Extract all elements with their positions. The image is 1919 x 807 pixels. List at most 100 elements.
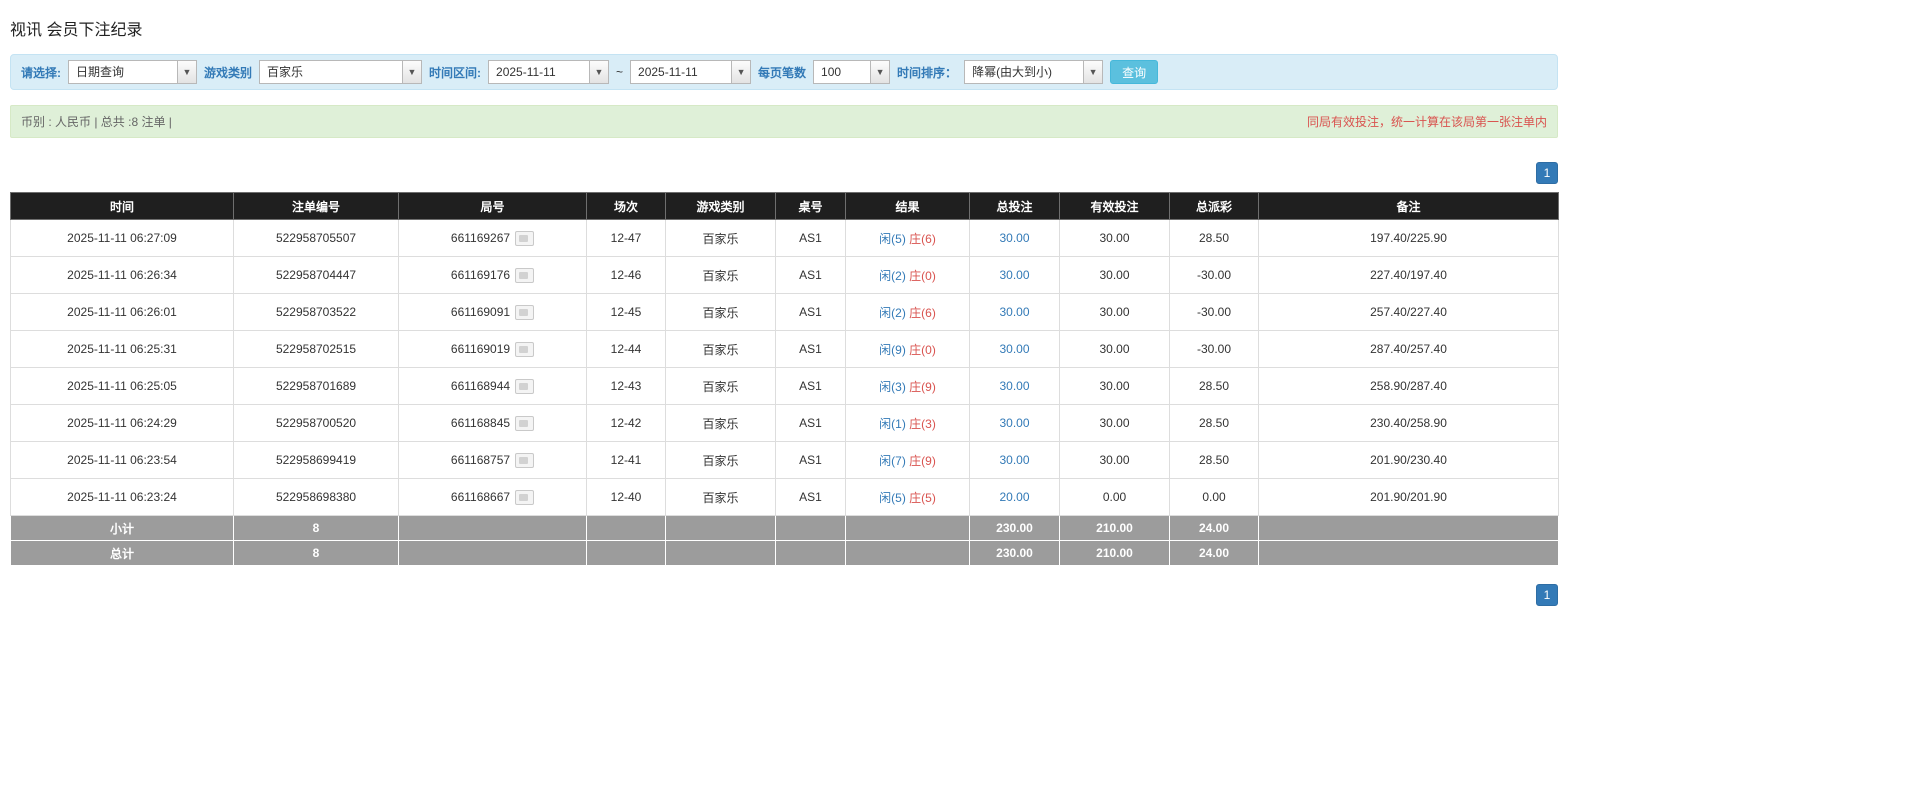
table-row: 2025-11-11 06:23:24522958698380661168667…	[11, 479, 1559, 516]
sort-value: 降幂(由大到小)	[965, 61, 1083, 83]
cell-table-no: AS1	[776, 405, 846, 442]
video-preview-icon[interactable]	[515, 490, 534, 505]
cell-result: 闲(2) 庄(6)	[846, 294, 970, 331]
summary-cell	[587, 541, 666, 566]
summary-bar: 币别 : 人民币 | 总共 :8 注单 | 同局有效投注，统一计算在该局第一张注…	[10, 105, 1558, 138]
summary-cell: 总计	[11, 541, 234, 566]
table-row: 2025-11-11 06:25:31522958702515661169019…	[11, 331, 1559, 368]
result-banker: 庄(9)	[909, 380, 936, 394]
page-title: 视讯 会员下注纪录	[10, 12, 1558, 54]
cell-session: 12-42	[587, 405, 666, 442]
page-button[interactable]: 1	[1536, 162, 1558, 184]
cell-result: 闲(9) 庄(0)	[846, 331, 970, 368]
pagination-bottom: 1	[10, 584, 1558, 606]
chevron-down-icon[interactable]: ▼	[589, 61, 608, 83]
cell-valid-bet: 30.00	[1060, 442, 1170, 479]
cell-session: 12-40	[587, 479, 666, 516]
cell-payout: 0.00	[1170, 479, 1259, 516]
page-size-label: 每页笔数	[758, 64, 806, 81]
cell-time: 2025-11-11 06:27:09	[11, 220, 234, 257]
table-row: 2025-11-11 06:26:01522958703522661169091…	[11, 294, 1559, 331]
summary-cell: 210.00	[1060, 516, 1170, 541]
round-number: 661169019	[451, 342, 510, 356]
round-number: 661169176	[451, 268, 510, 282]
video-preview-icon[interactable]	[515, 453, 534, 468]
total-bet-link[interactable]: 30.00	[999, 453, 1029, 467]
cell-note: 197.40/225.90	[1259, 220, 1559, 257]
video-preview-icon[interactable]	[515, 416, 534, 431]
chevron-down-icon[interactable]: ▼	[731, 61, 750, 83]
time-range-label: 时间区间:	[429, 64, 481, 81]
summary-currency-count: 币别 : 人民币 | 总共 :8 注单 |	[21, 113, 172, 130]
page-button[interactable]: 1	[1536, 584, 1558, 606]
total-bet-link[interactable]: 30.00	[999, 416, 1029, 430]
total-bet-link[interactable]: 20.00	[999, 490, 1029, 504]
table-row: 2025-11-11 06:26:34522958704447661169176…	[11, 257, 1559, 294]
table-row: 2025-11-11 06:27:09522958705507661169267…	[11, 220, 1559, 257]
cell-result: 闲(2) 庄(0)	[846, 257, 970, 294]
cell-game-type: 百家乐	[666, 257, 776, 294]
cell-total-bet: 30.00	[970, 405, 1060, 442]
date-from-value: 2025-11-11	[489, 61, 589, 83]
video-preview-icon[interactable]	[515, 305, 534, 320]
sort-select[interactable]: 降幂(由大到小) ▼	[964, 60, 1103, 84]
video-preview-icon[interactable]	[515, 379, 534, 394]
cell-game-type: 百家乐	[666, 331, 776, 368]
video-preview-icon[interactable]	[515, 342, 534, 357]
cell-total-bet: 30.00	[970, 368, 1060, 405]
query-type-label: 请选择:	[21, 64, 61, 81]
date-from-select[interactable]: 2025-11-11 ▼	[488, 60, 609, 84]
cell-time: 2025-11-11 06:24:29	[11, 405, 234, 442]
cell-result: 闲(3) 庄(9)	[846, 368, 970, 405]
summary-cell: 210.00	[1060, 541, 1170, 566]
total-bet-link[interactable]: 30.00	[999, 268, 1029, 282]
cell-round: 661168845	[399, 405, 587, 442]
total-bet-link[interactable]: 30.00	[999, 379, 1029, 393]
column-header: 总投注	[970, 193, 1060, 220]
video-preview-icon[interactable]	[515, 231, 534, 246]
round-number: 661168757	[451, 453, 510, 467]
total-bet-link[interactable]: 30.00	[999, 231, 1029, 245]
cell-note: 201.90/230.40	[1259, 442, 1559, 479]
chevron-down-icon[interactable]: ▼	[870, 61, 889, 83]
cell-bet-id: 522958703522	[234, 294, 399, 331]
cell-game-type: 百家乐	[666, 479, 776, 516]
table-header-row: 时间注单编号局号场次游戏类别桌号结果总投注有效投注总派彩备注	[11, 193, 1559, 220]
result-banker: 庄(0)	[909, 269, 936, 283]
date-to-select[interactable]: 2025-11-11 ▼	[630, 60, 751, 84]
cell-note: 230.40/258.90	[1259, 405, 1559, 442]
chevron-down-icon[interactable]: ▼	[402, 61, 421, 83]
cell-table-no: AS1	[776, 294, 846, 331]
cell-time: 2025-11-11 06:25:05	[11, 368, 234, 405]
cell-game-type: 百家乐	[666, 294, 776, 331]
cell-bet-id: 522958699419	[234, 442, 399, 479]
cell-result: 闲(5) 庄(6)	[846, 220, 970, 257]
summary-notice: 同局有效投注，统一计算在该局第一张注单内	[1307, 113, 1547, 130]
query-type-select[interactable]: 日期查询 ▼	[68, 60, 197, 84]
video-preview-icon[interactable]	[515, 268, 534, 283]
cell-total-bet: 30.00	[970, 220, 1060, 257]
total-bet-link[interactable]: 30.00	[999, 342, 1029, 356]
cell-time: 2025-11-11 06:26:34	[11, 257, 234, 294]
result-banker: 庄(6)	[909, 306, 936, 320]
cell-session: 12-44	[587, 331, 666, 368]
column-header: 有效投注	[1060, 193, 1170, 220]
table-footer: 小计8230.00210.0024.00总计8230.00210.0024.00	[11, 516, 1559, 566]
column-header: 场次	[587, 193, 666, 220]
page-size-select[interactable]: 100 ▼	[813, 60, 890, 84]
cell-table-no: AS1	[776, 257, 846, 294]
game-type-select[interactable]: 百家乐 ▼	[259, 60, 422, 84]
total-bet-link[interactable]: 30.00	[999, 305, 1029, 319]
cell-table-no: AS1	[776, 331, 846, 368]
cell-payout: 28.50	[1170, 442, 1259, 479]
page-root: 视讯 会员下注纪录 请选择: 日期查询 ▼ 游戏类别 百家乐 ▼ 时间区间: 2…	[10, 12, 1558, 606]
summary-cell: 230.00	[970, 541, 1060, 566]
chevron-down-icon[interactable]: ▼	[1083, 61, 1102, 83]
chevron-down-icon[interactable]: ▼	[177, 61, 196, 83]
cell-result: 闲(7) 庄(9)	[846, 442, 970, 479]
column-header: 局号	[399, 193, 587, 220]
search-button[interactable]: 查询	[1110, 60, 1158, 84]
summary-cell	[1259, 516, 1559, 541]
cell-session: 12-47	[587, 220, 666, 257]
column-header: 注单编号	[234, 193, 399, 220]
